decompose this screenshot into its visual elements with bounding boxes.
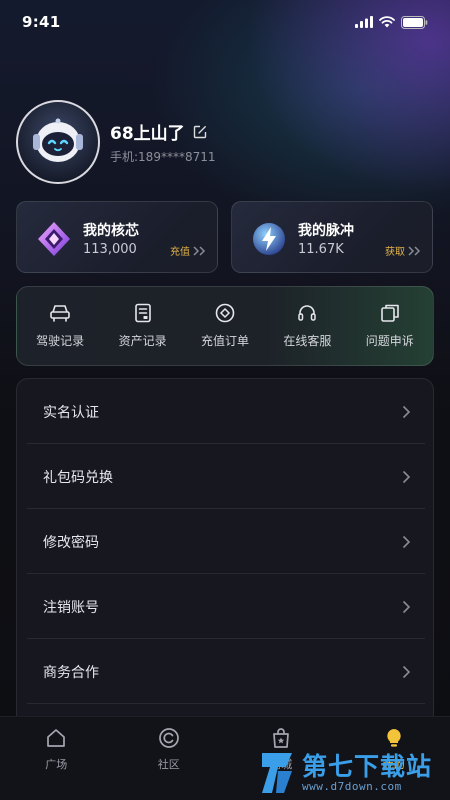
tab-label: 广场 bbox=[45, 758, 68, 771]
menu-item-business[interactable]: 商务合作 bbox=[27, 639, 425, 704]
menu-label: 实名认证 bbox=[43, 404, 99, 421]
quick-actions-bar: 驾驶记录 资产记录 充值订单 在线客服 问题申诉 bbox=[16, 286, 434, 366]
pulse-orb-icon bbox=[253, 223, 285, 255]
signal-icon bbox=[355, 16, 373, 28]
quick-asset-record[interactable]: 资产记录 bbox=[103, 303, 183, 349]
car-icon bbox=[50, 305, 70, 322]
tab-plaza[interactable]: 广场 bbox=[0, 717, 113, 800]
coin-icon bbox=[215, 303, 235, 323]
core-title: 我的核芯 bbox=[83, 223, 139, 239]
double-chevron-icon bbox=[193, 245, 206, 256]
menu-item-delete-account[interactable]: 注销账号 bbox=[27, 574, 425, 639]
status-icons bbox=[355, 15, 428, 29]
chevron-right-icon bbox=[402, 535, 411, 548]
pulse-asset-card[interactable]: 我的脉冲 11.67K 获取 bbox=[231, 201, 433, 273]
username: 68上山了 bbox=[110, 124, 185, 144]
status-bar: 9:41 bbox=[0, 0, 450, 44]
pulse-amount: 11.67K bbox=[298, 242, 344, 257]
tab-community[interactable]: 社区 bbox=[113, 717, 226, 800]
quick-asset-label: 资产记录 bbox=[118, 334, 167, 348]
robot-avatar-icon bbox=[33, 118, 83, 162]
menu-label: 修改密码 bbox=[43, 534, 99, 551]
quick-appeal-label: 问题申诉 bbox=[365, 334, 414, 348]
phone-number: 手机:189****8711 bbox=[110, 150, 216, 164]
headset-icon bbox=[298, 305, 317, 321]
watermark-title: 第七下载站 bbox=[302, 751, 433, 781]
obtain-label: 获取 bbox=[385, 247, 405, 258]
double-chevron-icon bbox=[408, 245, 421, 256]
menu-divider bbox=[27, 703, 425, 704]
menu-item-change-password[interactable]: 修改密码 bbox=[27, 509, 425, 574]
chevron-right-icon bbox=[402, 405, 411, 418]
chevron-right-icon bbox=[402, 470, 411, 483]
menu-label: 注销账号 bbox=[43, 599, 99, 616]
core-crystal-icon bbox=[38, 222, 70, 256]
chevron-right-icon bbox=[402, 665, 411, 678]
watermark-logo-icon bbox=[262, 753, 292, 793]
profile-info: 68上山了 手机:189****8711 bbox=[110, 119, 216, 165]
chevron-right-icon bbox=[402, 600, 411, 613]
menu-item-gift-code[interactable]: 礼包码兑换 bbox=[27, 444, 425, 509]
quick-driving-label: 驾驶记录 bbox=[36, 334, 85, 348]
quick-service-label: 在线客服 bbox=[283, 334, 332, 348]
core-asset-card[interactable]: 我的核芯 113,000 充值 bbox=[16, 201, 218, 273]
menu-label: 商务合作 bbox=[43, 664, 99, 681]
quick-recharge-label: 充值订单 bbox=[200, 334, 249, 348]
username-row: 68上山了 bbox=[110, 119, 216, 144]
quick-recharge-orders[interactable]: 充值订单 bbox=[185, 303, 265, 349]
community-icon bbox=[158, 728, 179, 748]
status-time: 9:41 bbox=[22, 13, 61, 31]
watermark: 第七下载站 www.d7down.com bbox=[258, 746, 450, 800]
watermark-url: www.d7down.com bbox=[302, 779, 402, 793]
menu-label: 礼包码兑换 bbox=[43, 469, 113, 486]
quick-online-service[interactable]: 在线客服 bbox=[267, 303, 347, 349]
recharge-label: 充值 bbox=[170, 247, 190, 258]
copy-icon bbox=[380, 304, 399, 322]
obtain-button[interactable]: 获取 bbox=[385, 243, 422, 258]
profile-header: 68上山了 手机:189****8711 bbox=[16, 100, 216, 184]
watermark-text: 第七下载站 www.d7down.com bbox=[302, 751, 433, 793]
quick-appeal[interactable]: 问题申诉 bbox=[350, 303, 430, 349]
edit-icon[interactable] bbox=[193, 125, 207, 139]
menu-item-real-name[interactable]: 实名认证 bbox=[27, 379, 425, 444]
avatar[interactable] bbox=[16, 100, 100, 184]
wifi-icon bbox=[379, 16, 395, 28]
tab-label: 社区 bbox=[157, 758, 180, 771]
battery-icon bbox=[401, 15, 428, 29]
home-icon bbox=[47, 729, 66, 747]
core-amount: 113,000 bbox=[83, 242, 137, 257]
document-icon bbox=[134, 303, 151, 323]
quick-driving-record[interactable]: 驾驶记录 bbox=[20, 303, 100, 349]
settings-menu: 实名认证 礼包码兑换 修改密码 注销账号 商务合作 bbox=[16, 378, 434, 738]
pulse-title: 我的脉冲 bbox=[298, 223, 354, 239]
recharge-button[interactable]: 充值 bbox=[170, 243, 207, 258]
